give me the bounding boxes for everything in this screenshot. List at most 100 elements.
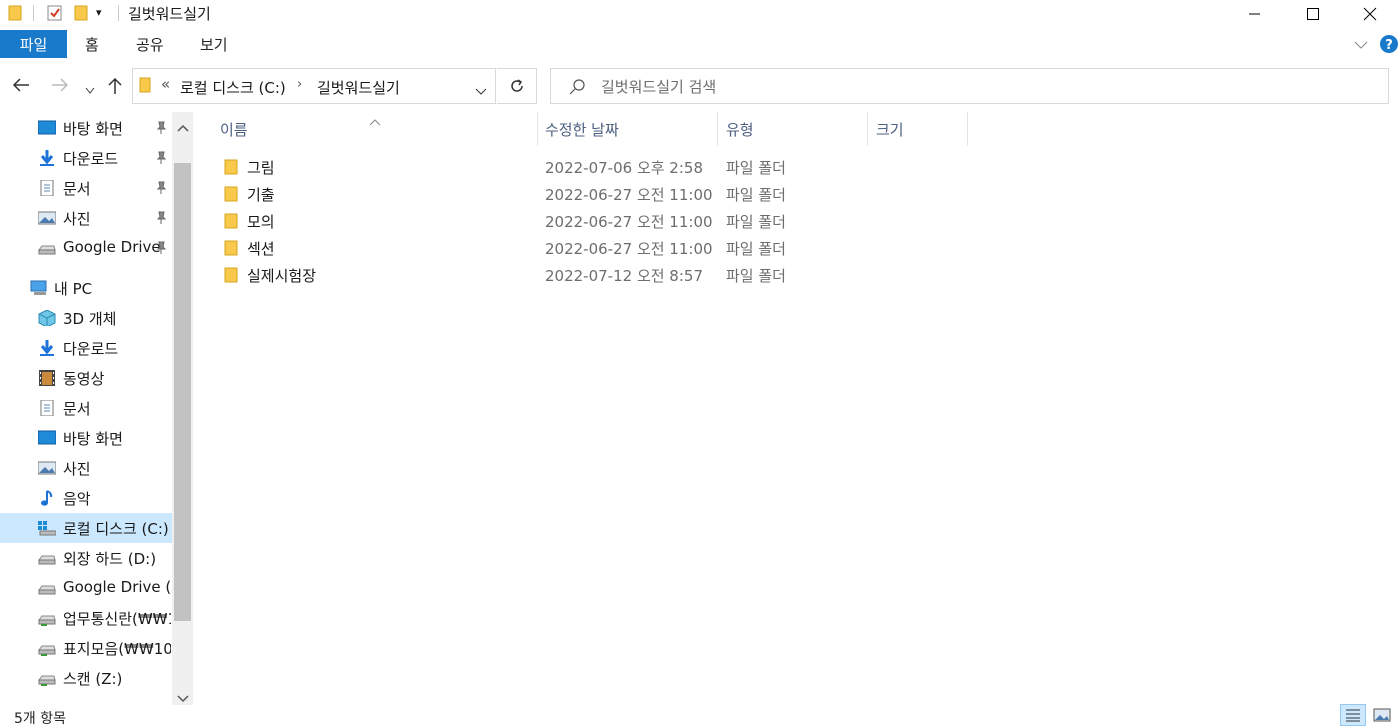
minimize-button[interactable]	[1226, 0, 1284, 28]
file-row[interactable]: 섹션 2022-06-27 오전 11:00 파일 폴더	[215, 234, 975, 261]
document-icon	[40, 400, 54, 416]
scroll-down-button[interactable]	[177, 689, 189, 707]
nav-item-label: 3D 개체	[63, 310, 117, 328]
nav-item-3d-objects[interactable]: 3D 개체	[0, 303, 172, 333]
tab-file[interactable]: 파일	[0, 30, 67, 58]
help-button[interactable]: ?	[1379, 34, 1399, 58]
large-icons-view-button[interactable]	[1370, 705, 1394, 725]
recent-locations-button[interactable]	[85, 81, 95, 99]
file-name: 섹션	[247, 240, 275, 258]
tab-home[interactable]: 홈	[85, 34, 99, 55]
scroll-up-button[interactable]	[177, 118, 189, 136]
customize-toolbar-icon[interactable]: ▾	[96, 6, 102, 19]
arrow-left-icon	[12, 78, 29, 92]
file-type: 파일 폴더	[726, 267, 786, 285]
file-row[interactable]: 실제시험장 2022-07-12 오전 8:57 파일 폴더	[215, 261, 975, 288]
download-icon	[40, 340, 54, 356]
up-button[interactable]	[108, 77, 122, 99]
column-header-modified[interactable]: 수정한 날짜	[545, 119, 619, 140]
drive-icon	[38, 585, 56, 595]
chevron-up-icon	[177, 124, 189, 132]
nav-item-external-d[interactable]: 외장 하드 (D:)	[0, 543, 172, 573]
title-divider	[118, 5, 119, 21]
nav-item-network-2[interactable]: 표지모음(₩₩10.1	[0, 633, 172, 663]
chevron-down-icon	[1354, 41, 1368, 49]
navigation-pane: 바탕 화면 다운로드 문서 사진 Google Drive 내 PC 3D 개체…	[0, 112, 172, 705]
nav-item-documents[interactable]: 문서	[0, 173, 172, 203]
music-icon	[41, 490, 53, 506]
picture-icon	[38, 211, 56, 225]
breadcrumb-drive[interactable]: 로컬 디스크 (C:)	[180, 77, 286, 98]
nav-item-this-pc[interactable]: 내 PC	[0, 273, 172, 303]
column-divider[interactable]	[537, 112, 538, 146]
column-divider[interactable]	[867, 112, 868, 146]
chevron-down-icon	[177, 695, 189, 703]
nav-item-google-drive-g[interactable]: Google Drive (G	[0, 573, 172, 603]
nav-item-local-disk-c[interactable]: 로컬 디스크 (C:)	[0, 513, 172, 543]
folder-icon	[224, 240, 238, 256]
nav-item-label: 스캔 (Z:)	[63, 670, 123, 688]
pin-icon	[156, 241, 167, 254]
breadcrumb-separator-icon[interactable]: ›	[297, 77, 302, 92]
maximize-button[interactable]	[1284, 0, 1342, 28]
nav-item-label: 사진	[63, 460, 91, 478]
column-header-name[interactable]: 이름	[220, 119, 248, 140]
pin-icon	[156, 151, 167, 164]
details-view-button[interactable]	[1340, 704, 1366, 726]
new-folder-icon[interactable]	[74, 4, 88, 26]
pin-icon	[156, 211, 167, 224]
help-icon: ?	[1380, 35, 1398, 53]
pin-icon	[156, 121, 167, 134]
nav-item-videos[interactable]: 동영상	[0, 363, 172, 393]
tab-share[interactable]: 공유	[136, 34, 164, 55]
address-history-button[interactable]	[475, 82, 487, 100]
nav-item-label: 동영상	[63, 370, 105, 388]
address-bar[interactable]: « 로컬 디스크 (C:) › 길벗워드실기	[132, 68, 496, 104]
breadcrumb-overflow[interactable]: «	[161, 75, 170, 93]
file-row[interactable]: 모의 2022-06-27 오전 11:00 파일 폴더	[215, 207, 975, 234]
file-row[interactable]: 기출 2022-06-27 오전 11:00 파일 폴더	[215, 180, 975, 207]
nav-item-documents-pc[interactable]: 문서	[0, 393, 172, 423]
properties-icon[interactable]	[46, 4, 64, 26]
nav-item-downloads[interactable]: 다운로드	[0, 143, 172, 173]
nav-item-pictures[interactable]: 사진	[0, 203, 172, 233]
tab-view[interactable]: 보기	[200, 34, 228, 55]
folder-icon	[224, 267, 238, 283]
status-item-count: 5개 항목	[14, 711, 66, 727]
3d-objects-icon	[38, 310, 56, 326]
breadcrumb-current[interactable]: 길벗워드실기	[317, 77, 400, 98]
forward-button[interactable]	[51, 78, 69, 96]
nav-item-label: 다운로드	[63, 340, 119, 358]
nav-item-pictures-pc[interactable]: 사진	[0, 453, 172, 483]
nav-item-network-1[interactable]: 업무통신란(₩₩1	[0, 603, 172, 633]
folder-icon	[139, 77, 151, 97]
arrow-up-icon	[108, 77, 122, 94]
nav-item-label: Google Drive (G	[63, 578, 171, 596]
nav-item-downloads-pc[interactable]: 다운로드	[0, 333, 172, 363]
nav-item-music[interactable]: 음악	[0, 483, 172, 513]
nav-scrollbar-thumb[interactable]	[174, 163, 191, 621]
network-drive-icon	[38, 615, 56, 626]
back-button[interactable]	[12, 78, 30, 96]
nav-item-desktop-pc[interactable]: 바탕 화면	[0, 423, 172, 453]
chevron-down-icon	[85, 87, 95, 94]
column-divider[interactable]	[967, 112, 968, 146]
close-button[interactable]	[1341, 0, 1399, 28]
file-row[interactable]: 그림 2022-07-06 오후 2:58 파일 폴더	[215, 153, 975, 180]
picture-icon	[38, 461, 56, 475]
file-modified: 2022-06-27 오전 11:00	[545, 240, 713, 258]
search-placeholder: 길벗워드실기 검색	[601, 78, 717, 96]
nav-item-desktop[interactable]: 바탕 화면	[0, 113, 172, 143]
expand-ribbon-button[interactable]	[1354, 36, 1368, 54]
ribbon: 파일 홈 공유 보기 ?	[0, 28, 1399, 62]
nav-item-google-drive[interactable]: Google Drive	[0, 233, 172, 263]
chevron-down-icon	[475, 88, 487, 95]
drive-icon	[38, 245, 56, 255]
column-header-type[interactable]: 유형	[726, 119, 754, 140]
drive-icon	[38, 555, 56, 565]
column-divider[interactable]	[717, 112, 718, 146]
refresh-button[interactable]	[497, 68, 537, 104]
refresh-icon	[510, 79, 523, 92]
nav-item-scan-z[interactable]: 스캔 (Z:)	[0, 663, 172, 693]
column-header-size[interactable]: 크기	[876, 119, 904, 140]
